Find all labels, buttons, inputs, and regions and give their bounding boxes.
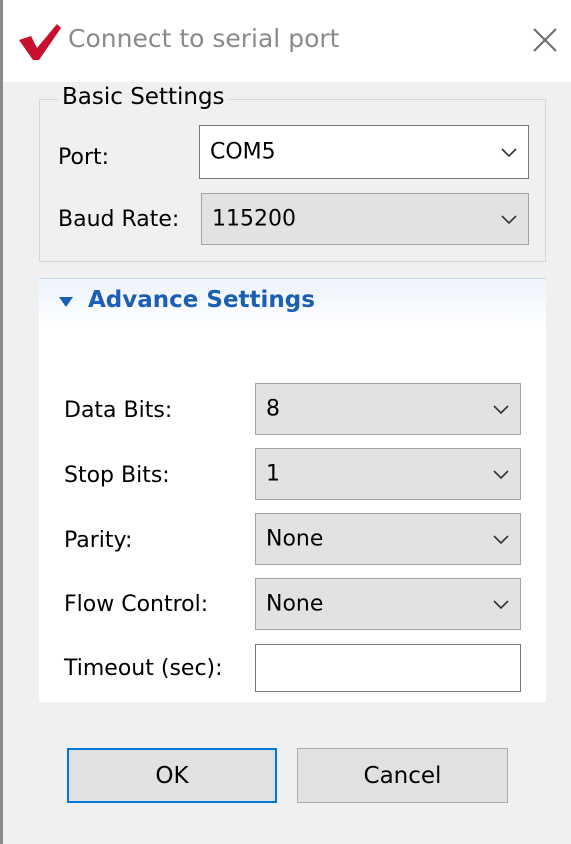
timeout-label: Timeout (sec): xyxy=(64,656,223,681)
parity-label: Parity: xyxy=(64,528,133,553)
chevron-down-icon xyxy=(501,148,517,158)
stop-bits-value: 1 xyxy=(266,461,280,487)
chevron-down-icon xyxy=(493,470,509,480)
triangle-down-icon[interactable] xyxy=(58,296,74,308)
close-icon[interactable] xyxy=(525,20,565,60)
advance-settings-title[interactable]: Advance Settings xyxy=(88,287,315,313)
port-select[interactable]: COM5 xyxy=(199,125,529,179)
parity-value: None xyxy=(266,526,324,552)
chevron-down-icon xyxy=(493,535,509,545)
flow-control-value: None xyxy=(266,591,324,617)
parity-select[interactable]: None xyxy=(255,513,521,565)
checkmark-logo-icon xyxy=(19,24,61,60)
stop-bits-select[interactable]: 1 xyxy=(255,448,521,500)
window-edge xyxy=(0,0,3,844)
basic-settings-legend: Basic Settings xyxy=(58,84,229,110)
baud-rate-value: 115200 xyxy=(212,206,296,232)
chevron-down-icon xyxy=(501,215,517,225)
title-bar[interactable]: Connect to serial port xyxy=(3,0,571,82)
stop-bits-label: Stop Bits: xyxy=(64,463,170,488)
chevron-down-icon xyxy=(493,405,509,415)
timeout-input[interactable] xyxy=(255,644,521,692)
data-bits-select[interactable]: 8 xyxy=(255,383,521,435)
chevron-down-icon xyxy=(493,600,509,610)
flow-control-label: Flow Control: xyxy=(64,592,209,617)
data-bits-label: Data Bits: xyxy=(64,398,173,423)
baud-rate-select[interactable]: 115200 xyxy=(201,193,529,245)
ok-button[interactable]: OK xyxy=(67,748,277,803)
data-bits-value: 8 xyxy=(266,396,280,422)
window-title: Connect to serial port xyxy=(68,24,340,53)
cancel-button[interactable]: Cancel xyxy=(297,748,508,803)
port-value: COM5 xyxy=(210,139,276,165)
baud-rate-label: Baud Rate: xyxy=(58,207,180,232)
flow-control-select[interactable]: None xyxy=(255,578,521,630)
port-label: Port: xyxy=(58,145,110,170)
serial-port-dialog: Connect to serial port Basic Settings Po… xyxy=(0,0,571,844)
